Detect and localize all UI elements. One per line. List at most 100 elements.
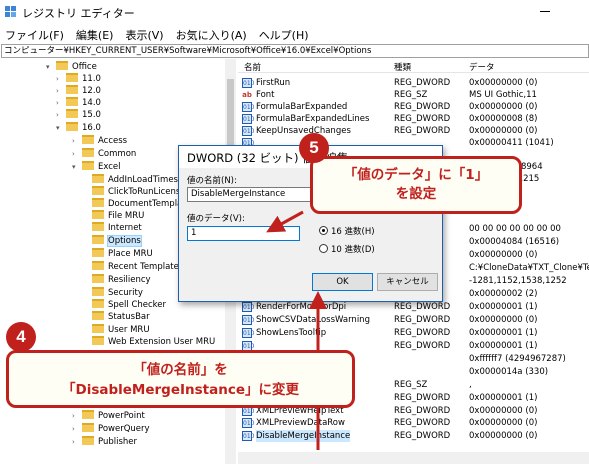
cancel-button[interactable]: キャンセル xyxy=(377,273,438,291)
chevron-right-icon[interactable]: › xyxy=(56,73,66,85)
value-row[interactable]: 010 FormulaBarExpanded REG_DWORD 0x00000000… xyxy=(238,101,589,113)
value-row[interactable]: ab Font REG_SZ MS UI Gothic,11 xyxy=(238,89,589,101)
step-badge-4: 4 xyxy=(6,322,36,352)
tree-item-16[interactable]: ▾ 16.0 xyxy=(56,122,101,134)
folder-icon xyxy=(92,287,104,296)
menu-file[interactable]: ファイル(F) xyxy=(0,25,64,43)
value-row[interactable]: 010 ShowCSVDataLossWarning REG_DWORD 0x0000… xyxy=(238,314,589,326)
title-bar: レジストリ エディター xyxy=(0,0,589,24)
folder-icon xyxy=(92,210,104,219)
radio-dec[interactable]: 10 進数(D) xyxy=(319,243,375,255)
value-row[interactable]: 010 FormulaBarExpandedLines REG_DWORD 0x000… xyxy=(238,113,589,125)
chevron-right-icon[interactable]: › xyxy=(72,148,82,160)
radio-dec-label: 10 進数(D) xyxy=(331,245,375,255)
ok-button[interactable]: OK xyxy=(312,273,373,291)
window-title: レジストリ エディター xyxy=(22,7,135,20)
tree-item-powerquery[interactable]: › PowerQuery xyxy=(72,423,150,435)
minimize-button[interactable] xyxy=(540,11,550,12)
value-data: C:¥CloneData¥TXT_Clone¥Ter xyxy=(469,263,589,273)
radio-hex[interactable]: 16 進数(H) xyxy=(319,225,375,237)
value-data: 0xffffff7 (4294967287) xyxy=(469,354,566,364)
tree-item-12[interactable]: › 12.0 xyxy=(56,85,101,97)
tree-item-office[interactable]: ▾ Office xyxy=(46,61,97,73)
tree-item-access[interactable]: › Access xyxy=(72,135,127,147)
tree-item-resiliency[interactable]: Resiliency xyxy=(82,274,151,286)
tree-item-label: 14.0 xyxy=(82,98,101,108)
tree-item-clicktorunlicensing[interactable]: ClickToRunLicensing xyxy=(82,186,193,198)
chevron-right-icon[interactable]: › xyxy=(56,85,66,97)
value-row[interactable]: 010 RenderForMonitorDpi REG_DWORD 0x0000000… xyxy=(238,301,589,313)
value-row[interactable]: 010 FirstRun REG_DWORD 0x00000000 (0) xyxy=(238,77,589,89)
tree-item-label: 15.0 xyxy=(82,110,101,120)
value-name: FormulaBarExpandedLines xyxy=(256,114,370,124)
value-data: 0x00000001 (1) xyxy=(469,302,538,312)
dword-icon: 010 xyxy=(242,102,255,112)
chevron-right-icon[interactable]: › xyxy=(72,423,82,435)
value-data: -1281,1152,1538,1252 xyxy=(469,276,567,286)
menu-view[interactable]: 表示(V) xyxy=(120,25,163,43)
value-data-field[interactable]: 1 xyxy=(187,226,300,241)
tree-item-internet[interactable]: Internet xyxy=(82,222,142,234)
chevron-down-icon[interactable]: ▾ xyxy=(72,161,82,173)
value-data: 0x00000002 (2) xyxy=(469,289,538,299)
folder-icon xyxy=(92,174,104,183)
menu-help[interactable]: ヘルプ(H) xyxy=(254,25,309,43)
tree-item-options[interactable]: Options xyxy=(82,235,142,247)
tree-item-file-mru[interactable]: File MRU xyxy=(82,210,144,222)
value-type: REG_DWORD xyxy=(394,341,451,351)
tree-item-label: Security xyxy=(108,288,143,298)
chevron-right-icon[interactable]: › xyxy=(56,97,66,109)
tree-item-spell-checker[interactable]: Spell Checker xyxy=(82,299,166,311)
chevron-right-icon[interactable]: › xyxy=(72,436,82,448)
menu-edit[interactable]: 編集(E) xyxy=(71,25,114,43)
value-row[interactable]: 010 KeepUnsavedChanges REG_DWORD 0x00000000… xyxy=(238,125,589,137)
tree-item-label: Publisher xyxy=(98,437,138,447)
value-type: REG_DWORD xyxy=(394,315,451,325)
tree-item-common[interactable]: › Common xyxy=(72,148,136,160)
folder-icon xyxy=(92,261,104,270)
menu-favorites[interactable]: お気に入り(A) xyxy=(171,25,247,43)
value-name: RenderForMonitorDpi xyxy=(256,302,347,312)
dword-icon: 010 xyxy=(242,78,255,88)
value-name: FirstRun xyxy=(256,78,291,88)
tree-item-recent-templates[interactable]: Recent Templates xyxy=(82,261,183,273)
value-row[interactable]: 010 DisableMergeInstance REG_DWORD 0x000000… xyxy=(238,430,589,442)
tree-item-statusbar[interactable]: StatusBar xyxy=(82,311,150,323)
dword-icon: 010 xyxy=(242,328,255,338)
folder-icon xyxy=(92,248,104,257)
tree-item-excel[interactable]: ▾ Excel xyxy=(72,161,121,173)
address-bar[interactable]: コンピューター¥HKEY_CURRENT_USER¥Software¥Micro… xyxy=(1,44,589,58)
column-header-type[interactable]: 種類 xyxy=(394,61,411,73)
value-row[interactable]: 010 ShowLensTooltip REG_DWORD 0x00000001 (1… xyxy=(238,327,589,339)
tree-item-place-mru[interactable]: Place MRU xyxy=(82,248,153,260)
regedit-icon xyxy=(5,6,17,18)
chevron-down-icon[interactable]: ▾ xyxy=(46,61,56,73)
tree-item-11[interactable]: › 11.0 xyxy=(56,73,101,85)
value-name: XMLPreviewDataRow xyxy=(256,418,345,428)
tree-item-publisher[interactable]: › Publisher xyxy=(72,436,137,448)
value-type: REG_DWORD xyxy=(394,126,451,136)
column-header-data[interactable]: データ xyxy=(469,61,495,73)
folder-icon xyxy=(82,148,94,157)
value-list-scrollbar[interactable] xyxy=(238,452,589,464)
dword-icon: 010 xyxy=(242,315,255,325)
tree-item-addinloadtimes[interactable]: AddInLoadTimes xyxy=(82,174,178,186)
tree-item-security[interactable]: Security xyxy=(82,287,143,299)
value-data: MS UI Gothic,11 xyxy=(469,90,537,100)
chevron-right-icon[interactable]: › xyxy=(72,135,82,147)
column-header-name[interactable]: 名前 xyxy=(244,61,261,73)
value-data: 0x0000014a (330) xyxy=(469,367,549,377)
tree-item-14[interactable]: › 14.0 xyxy=(56,97,101,109)
tree-item-15[interactable]: › 15.0 xyxy=(56,109,101,121)
value-data: 0x00004084 (16516) xyxy=(469,237,560,247)
value-row[interactable]: 010 XMLPreviewDataRow REG_DWORD 0x00000000 … xyxy=(238,417,589,429)
tree-item-web-extension-user-mru[interactable]: Web Extension User MRU xyxy=(82,336,215,348)
chevron-right-icon[interactable]: › xyxy=(56,109,66,121)
value-data: 0x00000001 (1) xyxy=(469,341,538,351)
tree-item-user-mru[interactable]: User MRU xyxy=(82,324,150,336)
chevron-right-icon[interactable]: › xyxy=(72,410,82,422)
radio-button-icon xyxy=(319,226,328,235)
tree-item-powerpoint[interactable]: › PowerPoint xyxy=(72,410,145,422)
folder-icon xyxy=(66,122,78,131)
chevron-down-icon[interactable]: ▾ xyxy=(56,122,66,134)
